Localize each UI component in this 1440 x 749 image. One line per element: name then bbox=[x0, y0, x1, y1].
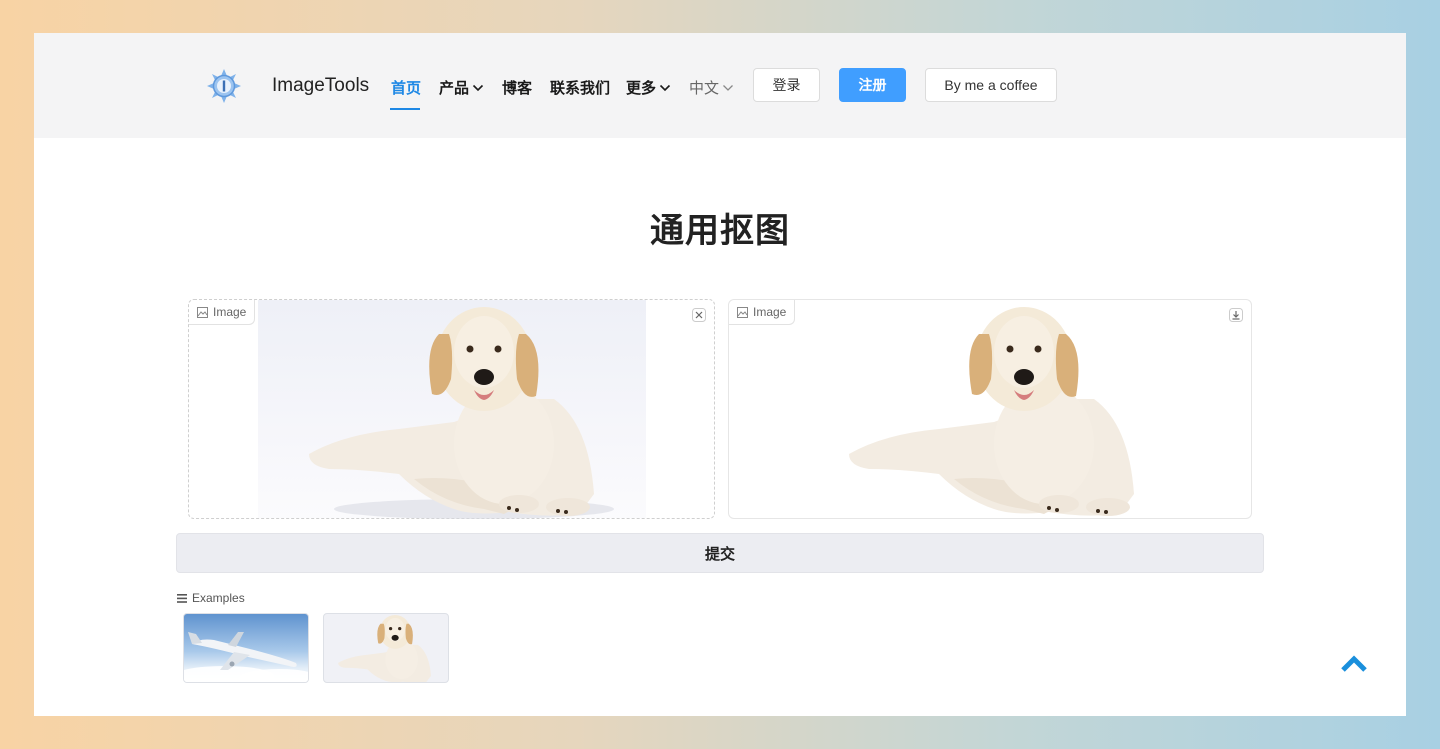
nav-blog-label: 博客 bbox=[502, 80, 533, 97]
nav-products[interactable]: 产品 bbox=[439, 77, 484, 98]
image-icon bbox=[197, 306, 208, 318]
chevron-down-icon bbox=[472, 84, 484, 91]
examples-header: Examples bbox=[177, 591, 245, 605]
language-selector[interactable]: 中文 bbox=[689, 77, 734, 98]
arrow-up-icon[interactable] bbox=[1340, 654, 1368, 674]
language-label: 中文 bbox=[689, 80, 720, 97]
nav-blog[interactable]: 博客 bbox=[502, 77, 532, 98]
logo-icon[interactable] bbox=[206, 68, 242, 104]
dog-thumbnail-image bbox=[338, 614, 431, 682]
download-icon[interactable] bbox=[1229, 308, 1243, 322]
submit-button[interactable]: 提交 bbox=[176, 533, 1264, 573]
app-frame: ImageTools 首页 产品 博客 联系我们 更多 中文 登录 注册 By … bbox=[34, 33, 1406, 716]
close-icon[interactable] bbox=[692, 308, 706, 322]
buy-coffee-button[interactable]: By me a coffee bbox=[925, 68, 1057, 102]
nav-products-label: 产品 bbox=[439, 80, 470, 97]
brand-name[interactable]: ImageTools bbox=[272, 75, 369, 97]
output-image-label-text: Image bbox=[753, 305, 787, 319]
nav-more[interactable]: 更多 bbox=[626, 77, 671, 98]
register-button[interactable]: 注册 bbox=[839, 68, 906, 102]
input-image-label: Image bbox=[189, 300, 256, 325]
examples-label: Examples bbox=[192, 591, 245, 605]
dog-photo bbox=[309, 307, 614, 519]
output-image-panel: Image bbox=[728, 299, 1252, 519]
list-icon bbox=[177, 593, 187, 603]
nav-contact-label: 联系我们 bbox=[550, 80, 611, 97]
example-thumbnail-dog[interactable] bbox=[323, 613, 449, 683]
nav-home-label: 首页 bbox=[391, 80, 422, 97]
output-image-label: Image bbox=[729, 300, 796, 325]
nav-contact[interactable]: 联系我们 bbox=[550, 77, 610, 98]
nav-more-label: 更多 bbox=[626, 80, 657, 97]
input-image-label-text: Image bbox=[213, 305, 247, 319]
chevron-down-icon bbox=[659, 84, 671, 91]
chevron-down-icon bbox=[723, 84, 733, 91]
example-thumbnail-airplane[interactable] bbox=[183, 613, 309, 683]
active-nav-indicator bbox=[390, 108, 420, 110]
page-title: 通用抠图 bbox=[650, 212, 790, 250]
top-navbar: ImageTools 首页 产品 博客 联系我们 更多 中文 登录 注册 By … bbox=[34, 33, 1406, 138]
login-button[interactable]: 登录 bbox=[753, 68, 820, 102]
dog-cutout-photo bbox=[849, 307, 1134, 516]
airplane-image bbox=[184, 632, 308, 682]
image-icon bbox=[737, 306, 748, 318]
input-image-panel[interactable]: Image bbox=[188, 299, 715, 519]
nav-home[interactable]: 首页 bbox=[391, 77, 421, 98]
